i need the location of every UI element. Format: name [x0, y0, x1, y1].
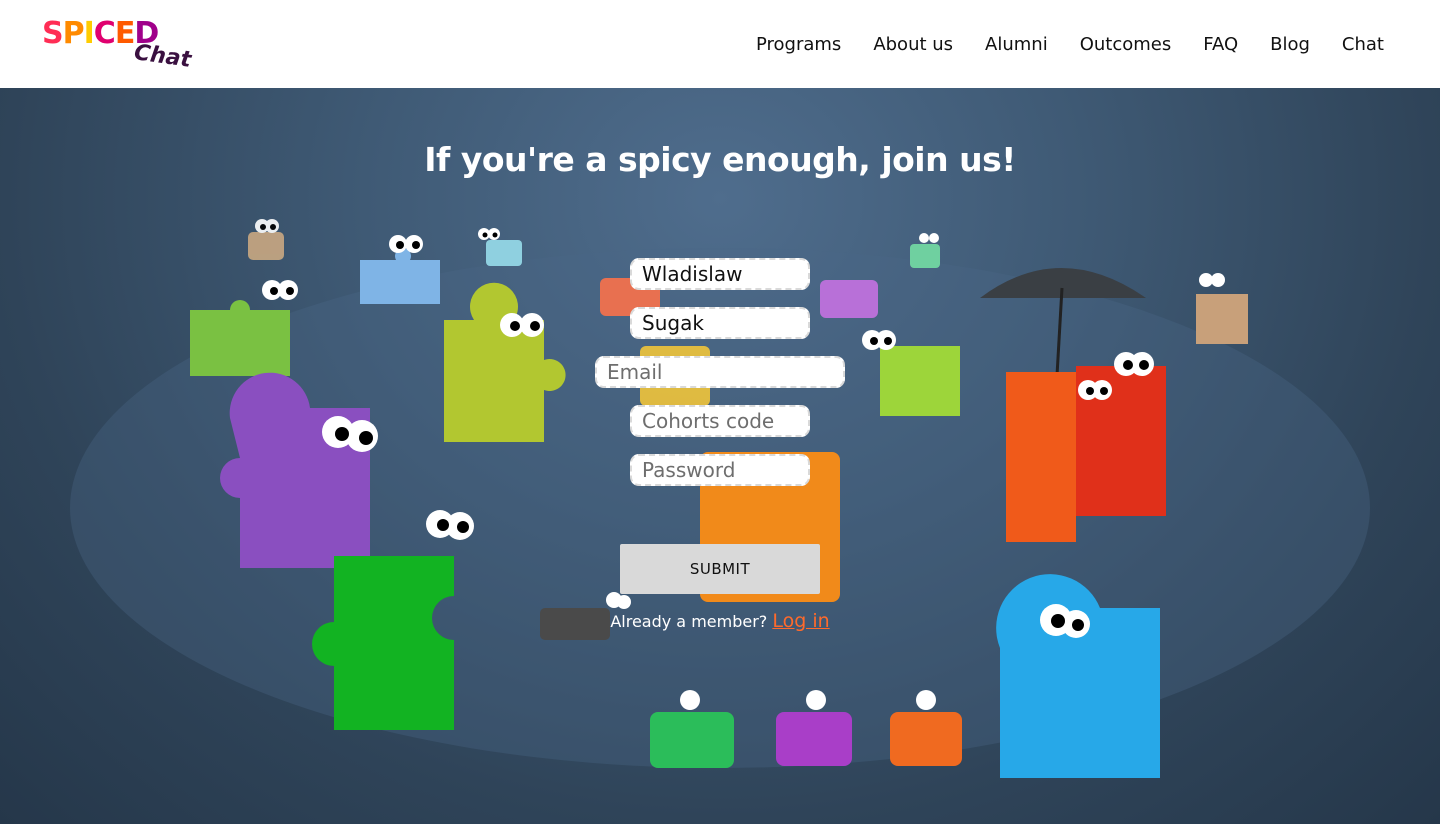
- logo[interactable]: SPICED Chat: [40, 14, 200, 76]
- puzzle-piece-green-left: [190, 280, 298, 376]
- cohorts-code-field[interactable]: [630, 405, 810, 437]
- login-link[interactable]: Log in: [772, 610, 829, 632]
- page-title: If you're a spicy enough, join us!: [424, 140, 1016, 179]
- last-name-field[interactable]: [630, 307, 810, 339]
- logo-sub: Chat: [132, 40, 193, 73]
- nav-alumni[interactable]: Alumni: [985, 34, 1048, 55]
- puzzle-piece-lightblue: [360, 235, 440, 304]
- submit-button[interactable]: SUBMIT: [620, 544, 820, 594]
- nav-programs[interactable]: Programs: [756, 34, 841, 55]
- email-field[interactable]: [595, 356, 845, 388]
- nav-outcomes[interactable]: Outcomes: [1080, 34, 1172, 55]
- already-member-text: Already a member?: [610, 612, 768, 631]
- nav-faq[interactable]: FAQ: [1203, 34, 1238, 55]
- first-name-field[interactable]: [630, 258, 810, 290]
- puzzle-piece-tan-small: [248, 219, 284, 260]
- puzzle-piece-teal-small: [910, 233, 940, 268]
- nav-chat[interactable]: Chat: [1342, 34, 1384, 55]
- hero-section: If you're a spicy enough, join us! SUBMI…: [0, 88, 1440, 824]
- main-nav: Programs About us Alumni Outcomes FAQ Bl…: [756, 30, 1384, 58]
- puzzle-piece-tan-right: [1196, 273, 1248, 344]
- puzzle-piece-cyan-small: [478, 228, 522, 266]
- login-prompt: Already a member? Log in: [0, 610, 1440, 632]
- site-header: SPICED Chat Programs About us Alumni Out…: [0, 0, 1440, 88]
- nav-about-us[interactable]: About us: [873, 34, 953, 55]
- nav-blog[interactable]: Blog: [1270, 34, 1310, 55]
- password-field[interactable]: [630, 454, 810, 486]
- puzzle-piece-violet-right: [820, 280, 878, 318]
